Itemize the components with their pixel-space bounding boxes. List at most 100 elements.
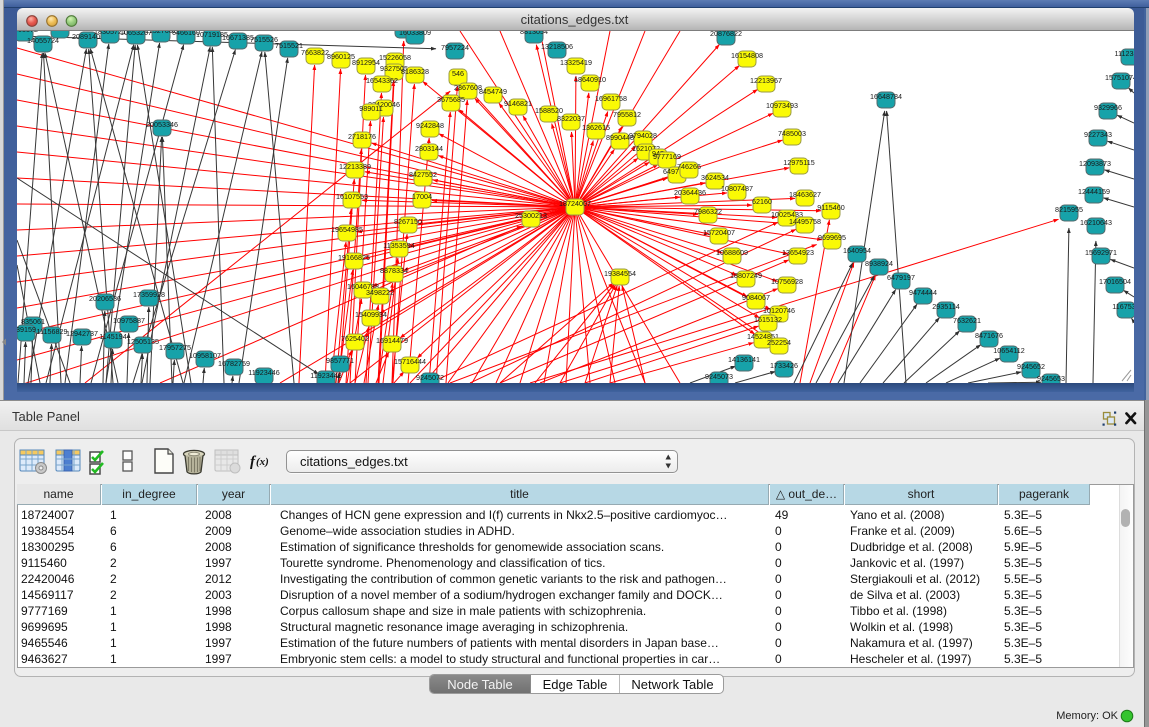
svg-text:8938924: 8938924 — [865, 259, 893, 268]
svg-text:9242848: 9242848 — [416, 121, 444, 130]
svg-text:20364436: 20364436 — [674, 188, 706, 197]
svg-text:16648784: 16648784 — [870, 92, 902, 101]
svg-text:15751074: 15751074 — [1105, 73, 1134, 82]
svg-text:2935114: 2935114 — [932, 302, 959, 311]
svg-text:10756928: 10756928 — [771, 277, 803, 286]
svg-text:1145194: 1145194 — [99, 332, 126, 341]
svg-text:17004: 17004 — [412, 192, 432, 201]
svg-text:9227343: 9227343 — [1084, 130, 1112, 139]
svg-text:746266: 746266 — [677, 162, 701, 171]
svg-text:8471676: 8471676 — [975, 331, 1003, 340]
svg-text:18807249: 18807249 — [730, 271, 762, 280]
svg-text:14055724: 14055724 — [27, 36, 59, 45]
svg-text:12975115: 12975115 — [783, 158, 814, 167]
svg-text:10958107: 10958107 — [189, 351, 221, 360]
svg-text:8267150: 8267150 — [394, 217, 422, 226]
svg-text:25300213: 25300213 — [515, 211, 547, 220]
svg-text:18640910: 18640910 — [574, 75, 606, 84]
svg-text:12093873: 12093873 — [1079, 159, 1111, 168]
svg-text:9699695: 9699695 — [818, 233, 846, 242]
svg-text:10807487: 10807487 — [721, 184, 753, 193]
svg-text:16107553: 16107553 — [336, 192, 368, 201]
svg-text:7515526: 7515526 — [250, 35, 278, 44]
svg-text:10975887: 10975887 — [113, 316, 145, 325]
svg-text:6479197: 6479197 — [887, 273, 915, 282]
svg-text:7663822: 7663822 — [301, 48, 329, 57]
svg-text:10654112: 10654112 — [993, 346, 1024, 355]
svg-text:13218506: 13218506 — [541, 42, 573, 51]
svg-text:9329966: 9329966 — [1094, 103, 1122, 112]
svg-text:16961758: 16961758 — [595, 94, 627, 103]
svg-text:16154808: 16154808 — [731, 51, 763, 60]
svg-text:7955812: 7955812 — [613, 110, 641, 119]
svg-text:7625402: 7625402 — [341, 334, 369, 343]
svg-text:8878334: 8878334 — [380, 266, 408, 275]
svg-text:9857771: 9857771 — [326, 356, 354, 365]
svg-text:39159: 39159 — [17, 325, 36, 334]
svg-text:546: 546 — [452, 69, 464, 78]
svg-text:15720407: 15720407 — [703, 228, 735, 237]
svg-text:16033809: 16033809 — [399, 31, 431, 37]
svg-text:9245653: 9245653 — [1037, 374, 1065, 383]
svg-text:10973493: 10973493 — [766, 101, 798, 110]
svg-text:20876822: 20876822 — [710, 31, 742, 38]
svg-text:15226058: 15226058 — [379, 53, 411, 62]
svg-text:2867608: 2867608 — [454, 83, 482, 92]
svg-text:252254: 252254 — [767, 338, 791, 347]
svg-text:17016504: 17016504 — [1099, 277, 1131, 286]
svg-text:8186328: 8186328 — [401, 67, 429, 76]
svg-text:8912954: 8912954 — [352, 58, 380, 67]
svg-text:9245652: 9245652 — [1017, 362, 1045, 371]
svg-text:9245072: 9245072 — [416, 373, 444, 382]
svg-text:12444159: 12444159 — [1078, 187, 1110, 196]
svg-text:11923446: 11923446 — [248, 368, 279, 377]
svg-text:11123344: 11123344 — [1115, 49, 1134, 58]
svg-text:8215955: 8215955 — [1055, 205, 1083, 214]
svg-text:17359928: 17359928 — [133, 290, 165, 299]
svg-text:15716444: 15716444 — [394, 357, 426, 366]
svg-text:62160: 62160 — [752, 197, 772, 206]
svg-text:7515521: 7515521 — [275, 41, 303, 50]
svg-text:14495758: 14495758 — [789, 217, 821, 226]
svg-text:12942737: 12942737 — [66, 329, 98, 338]
svg-text:20206536: 20206536 — [89, 294, 121, 303]
svg-text:7986322: 7986322 — [694, 207, 722, 216]
svg-text:10688609: 10688609 — [716, 248, 748, 257]
svg-text:20053346: 20053346 — [146, 120, 178, 129]
svg-text:9777169: 9777169 — [653, 152, 681, 161]
svg-text:2718176: 2718176 — [348, 132, 376, 141]
svg-text:9245073: 9245073 — [705, 372, 733, 381]
svg-text:8427552: 8427552 — [409, 170, 437, 179]
svg-text:2803144: 2803144 — [415, 144, 443, 153]
svg-text:3624534: 3624534 — [701, 173, 729, 182]
svg-text:17957275: 17957275 — [159, 343, 191, 352]
svg-text:19166825: 19166825 — [338, 253, 370, 262]
svg-text:18463627: 18463627 — [789, 190, 821, 199]
svg-text:1733426: 1733426 — [770, 361, 798, 370]
svg-text:11156829: 11156829 — [37, 327, 68, 336]
svg-text:989011: 989011 — [359, 104, 382, 113]
svg-text:16210643: 16210643 — [1080, 218, 1112, 227]
svg-text:7957224: 7957224 — [441, 43, 469, 52]
svg-text:10120746: 10120746 — [763, 306, 795, 315]
svg-text:7632621: 7632621 — [953, 316, 981, 325]
svg-text:16914479: 16914479 — [376, 336, 408, 345]
svg-text:8322037: 8322037 — [557, 114, 585, 123]
svg-text:9115460: 9115460 — [817, 203, 844, 212]
svg-text:15692971: 15692971 — [1085, 248, 1117, 257]
svg-text:3675685: 3675685 — [437, 95, 465, 104]
svg-text:12213389: 12213389 — [339, 162, 371, 171]
svg-text:1615132: 1615132 — [754, 315, 782, 324]
svg-text:9084067: 9084067 — [742, 293, 770, 302]
svg-text:9794028: 9794028 — [629, 131, 657, 140]
svg-text:7485003: 7485003 — [778, 129, 806, 138]
svg-text:12213967: 12213967 — [750, 76, 782, 85]
svg-text:16782759: 16782759 — [218, 359, 250, 368]
svg-text:19654985: 19654985 — [331, 225, 363, 234]
svg-text:(x): (x) — [256, 456, 269, 468]
svg-text:1362615: 1362615 — [582, 123, 610, 132]
svg-text:15409934: 15409934 — [355, 310, 387, 319]
svg-text:12505135: 12505135 — [127, 337, 159, 346]
svg-text:3498222: 3498222 — [366, 288, 394, 297]
svg-text:16543362: 16543362 — [366, 76, 398, 85]
